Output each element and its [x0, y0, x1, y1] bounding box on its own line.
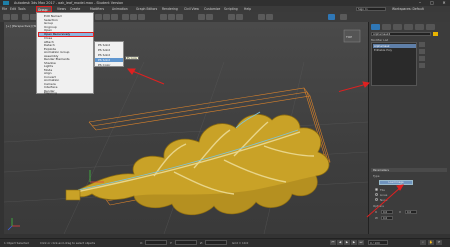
- submenu-dropdown: PS Solid PS Solid PS Solid PS Solid PS C…: [94, 41, 124, 67]
- submenu-option-highlighted[interactable]: PS Solid: [95, 58, 123, 62]
- status-hint: Click or click-and-drag to select object…: [40, 241, 96, 245]
- coord-x-field[interactable]: [145, 240, 167, 245]
- submenu-option[interactable]: PS Solid: [98, 48, 110, 52]
- pan-icon[interactable]: ✋: [428, 240, 434, 245]
- coord-z-label: Z:: [200, 241, 203, 245]
- group-menu-dropdown: Edit Named Selection Group Ungroup Open …: [36, 12, 94, 95]
- select-by-name-icon[interactable]: [103, 14, 110, 20]
- snap-icon[interactable]: [160, 14, 167, 20]
- command-panel: Alphamask2 Modifier List Alphamask Edita…: [339, 22, 450, 235]
- mirror-icon[interactable]: [198, 14, 205, 20]
- scale-icon[interactable]: [138, 14, 145, 20]
- submenu-option[interactable]: PS Color: [98, 63, 111, 67]
- align-icon[interactable]: [206, 14, 213, 20]
- world-axis-icon: [7, 218, 20, 231]
- zoom-icon[interactable]: ⌕: [420, 240, 426, 245]
- grid-size: Grid = 10.0: [232, 241, 249, 245]
- coord-y-field[interactable]: [175, 240, 197, 245]
- rectangle-select-icon[interactable]: [111, 14, 118, 20]
- render-setup-icon[interactable]: [258, 14, 265, 20]
- sign-in-field[interactable]: Sign In: [356, 7, 386, 11]
- leaf-stem: [65, 189, 81, 201]
- coord-x-label: X:: [140, 241, 143, 245]
- coord-y-label: Y:: [170, 241, 173, 245]
- material-editor-icon[interactable]: [236, 14, 243, 20]
- app-icon[interactable]: [3, 1, 9, 5]
- link-icon[interactable]: [22, 14, 29, 20]
- angle-snap-icon[interactable]: [168, 14, 175, 20]
- teapot-render-icon[interactable]: [340, 14, 347, 20]
- selection-count: 1 Object Selected: [4, 241, 29, 245]
- select-icon[interactable]: [95, 14, 102, 20]
- submenu-tooltip: PS Color: [125, 56, 139, 60]
- rotate-icon[interactable]: [130, 14, 137, 20]
- undo-icon[interactable]: [3, 14, 10, 20]
- frame-counter: 0 / 100: [370, 241, 380, 245]
- render-production-icon[interactable]: [328, 14, 335, 20]
- next-frame-icon[interactable]: ▶: [351, 240, 357, 245]
- annotation-arrows: [126, 68, 165, 85]
- percent-snap-icon[interactable]: [176, 14, 183, 20]
- play-icon[interactable]: ▶: [344, 240, 350, 245]
- redo-icon[interactable]: [11, 14, 18, 20]
- go-to-end-icon[interactable]: ⏭: [358, 240, 364, 245]
- submenu-option[interactable]: PS Solid: [98, 53, 110, 57]
- previous-frame-icon[interactable]: ◀: [337, 240, 343, 245]
- submenu-option[interactable]: PS Solid: [98, 43, 110, 47]
- coord-z-field[interactable]: [205, 240, 227, 245]
- menu-option[interactable]: Mapping: [44, 91, 57, 95]
- move-icon[interactable]: [122, 14, 129, 20]
- render-frame-icon[interactable]: [266, 14, 273, 20]
- orbit-icon[interactable]: ⟳: [436, 240, 442, 245]
- go-to-start-icon[interactable]: ⏮: [330, 240, 336, 245]
- panel-annotation-arrows: [339, 81, 404, 218]
- curve-editor-icon[interactable]: [228, 14, 235, 20]
